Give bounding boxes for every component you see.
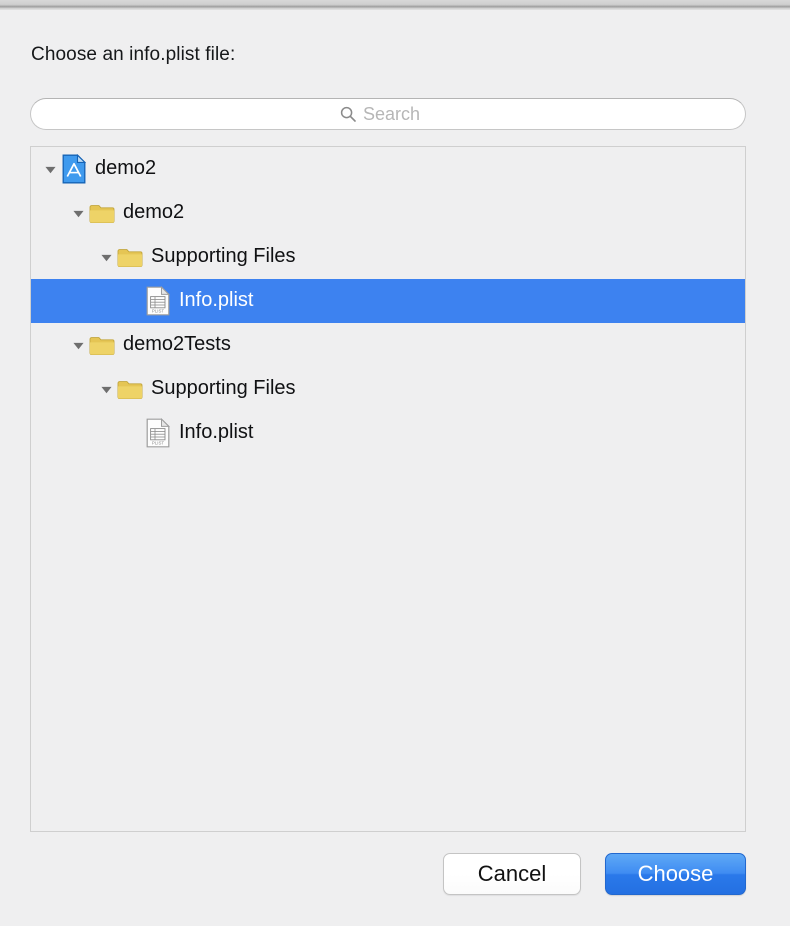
svg-text:PLIST: PLIST <box>152 309 165 314</box>
tree-row-label: demo2 <box>95 157 157 179</box>
search-input[interactable]: Search <box>30 98 746 130</box>
svg-text:PLIST: PLIST <box>152 441 165 446</box>
choose-file-dialog: Choose an info.plist file: Search demo2 d… <box>0 10 790 926</box>
tree-row[interactable]: PLIST Info.plist <box>31 411 745 455</box>
file-tree-list[interactable]: demo2 demo2 Supporting Files PLIST Info.plis… <box>30 146 746 832</box>
tree-row-label: Info.plist <box>179 421 254 443</box>
tree-row[interactable]: Supporting Files <box>31 235 745 279</box>
tree-row-label: Info.plist <box>179 289 254 311</box>
plist-file-icon: PLIST <box>145 286 171 316</box>
cancel-button[interactable]: Cancel <box>443 853 581 895</box>
tree-row-label: demo2 <box>123 201 185 223</box>
page-title: Choose an info.plist file: <box>31 44 236 65</box>
window-titlebar <box>0 0 790 10</box>
tree-row[interactable]: demo2 <box>31 191 745 235</box>
search-placeholder: Search <box>362 104 421 124</box>
chevron-down-icon[interactable] <box>67 191 89 235</box>
dialog-button-bar: Cancel Choose <box>0 853 790 903</box>
folder-icon <box>89 330 115 360</box>
plist-file-icon: PLIST <box>145 418 171 448</box>
folder-icon <box>117 374 143 404</box>
chevron-down-icon[interactable] <box>39 147 61 191</box>
tree-row-label: demo2Tests <box>123 333 231 355</box>
folder-icon <box>89 198 115 228</box>
search-icon <box>340 106 356 122</box>
tree-row[interactable]: PLIST Info.plist <box>31 279 745 323</box>
tree-row[interactable]: Supporting Files <box>31 367 745 411</box>
chevron-down-icon[interactable] <box>95 235 117 279</box>
choose-button[interactable]: Choose <box>605 853 746 895</box>
folder-icon <box>117 242 143 272</box>
tree-row[interactable]: demo2Tests <box>31 323 745 367</box>
tree-row-label: Supporting Files <box>151 245 296 267</box>
chevron-down-icon[interactable] <box>67 323 89 367</box>
tree-row[interactable]: demo2 <box>31 147 745 191</box>
tree-row-label: Supporting Files <box>151 377 296 399</box>
chevron-down-icon[interactable] <box>95 367 117 411</box>
xcode-project-icon <box>61 154 87 184</box>
